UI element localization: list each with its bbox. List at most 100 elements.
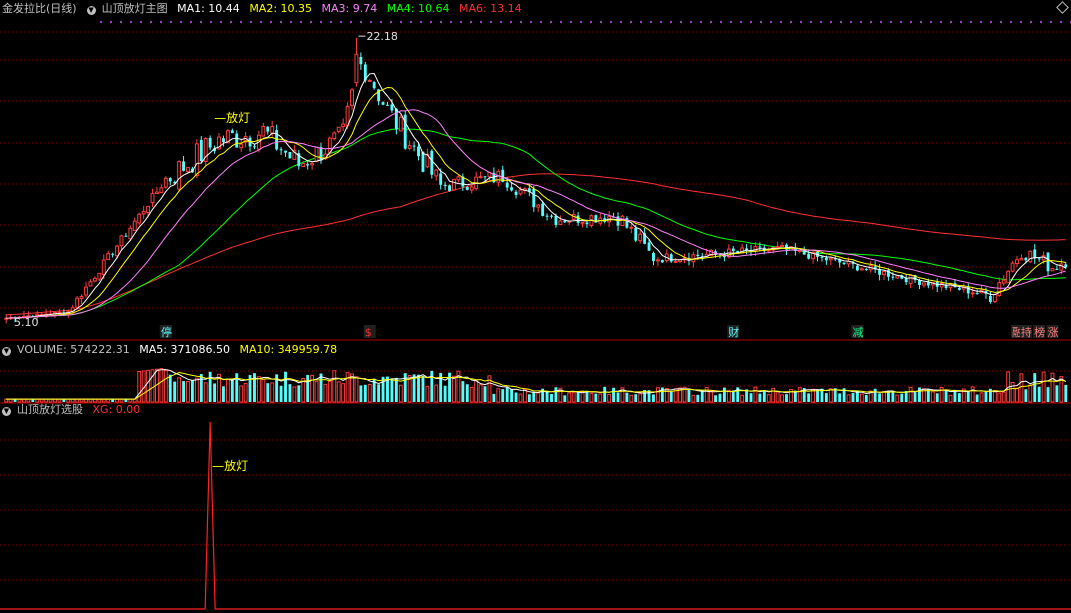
candle-body-up [797,249,802,252]
volume-bar-up [607,393,612,403]
volume-bar-down [612,387,616,402]
volume-bar-down [816,389,819,402]
candle-body-up [1001,279,1006,284]
volume-bar-up [709,390,714,403]
volume-bar-down [669,391,673,402]
volume-bar-down [483,386,487,402]
candle-body-down [926,282,930,286]
volume-bar-up [367,383,372,403]
candle-body-up [177,161,182,190]
volume-bar-up [775,390,780,403]
candle-body-down [1033,249,1037,259]
volume-bar-up [314,381,319,403]
candle-body-down [820,256,824,258]
volume-bar-up [341,383,346,403]
volume-bar-up [239,385,244,403]
chart-canvas[interactable]: 22.185.10—放灯 停 $ 财减融持榜涨 —放灯 [0,0,1071,613]
candle-body-up [354,53,359,84]
candle-body-down [975,293,979,295]
volume-bar-down [603,386,607,402]
volume-bar-down [492,393,496,402]
candle-body-up [775,245,780,248]
candle-body-up [580,221,585,224]
candle-body-down [669,254,673,262]
volume-bar-up [1015,387,1019,403]
volume-bar-up [882,390,886,403]
candle-body-down [124,235,128,237]
candle-body-up [270,126,275,134]
ma6-line [6,173,1066,316]
volume-bar-down [838,393,842,402]
volume-bar-down [625,392,629,402]
candle-body-down [417,146,420,157]
volume-bar-down [182,381,185,402]
candle-body-up [128,227,133,240]
candle-body-down [541,203,545,216]
ma4-series [6,127,1066,319]
volume-bar-down [984,391,988,402]
candle-body-up [261,125,266,137]
candle-body-down [230,130,234,134]
volume-bar-up [261,378,266,403]
volume-bar-down [900,393,904,402]
candle-body-up [673,260,678,263]
candle-body-up [332,132,337,139]
volume-bar-up [398,384,403,403]
candle-body-up [536,204,541,208]
candle-body-up [1019,257,1024,261]
ma3-series [6,109,1066,319]
volume-bar-down [1033,373,1037,402]
candle-body-up [895,275,900,279]
volume-bar-up [859,393,864,403]
volume-bar-up [1028,384,1033,403]
volume-bar-down [824,393,828,402]
candle-body-down [988,296,992,302]
candle-body-up [921,282,926,286]
candle-body-up [780,245,784,248]
candle-body-down [807,253,811,259]
candle-body-up [496,171,501,183]
candle-body-up [452,178,456,191]
candle-body-down [824,257,828,261]
candle-body-down [443,184,447,187]
candle-body-down [514,191,518,195]
volume-bar-down [253,373,256,402]
volume-bar-up [434,384,439,403]
volume-bar-down [913,392,917,402]
volume-bar-up [567,392,572,403]
grid-lines [0,21,1071,581]
candle-body-down [576,215,580,223]
volume-bar-up [452,375,456,403]
volume-bar-down [807,393,811,402]
volume-bar-up [780,394,784,403]
candle-body-down [284,150,287,153]
volume-bar-down [749,393,753,402]
candle-body-up [150,193,155,204]
volume-bar-down [430,370,434,402]
volume-bar-down [873,388,877,402]
volume-bar-down [696,394,700,402]
price-labels: 22.18 5.10 —放灯 [14,30,398,329]
candle-body-down [696,254,700,257]
candle-body-down [563,220,567,223]
candle-body-up [310,162,315,166]
volume-bar-down [168,374,172,402]
candle-body-down [731,248,735,252]
candle-body-down [235,133,239,148]
candle-body-down [319,147,323,161]
event-marker: 财 [728,325,739,339]
event-marker: 榜 [1034,325,1045,339]
volume-bar-down [363,384,367,402]
event-markers[interactable]: 停 $ 财减融持榜涨 [159,325,1059,339]
volume-bar-up [948,394,953,403]
volume-bar-down [279,385,283,402]
candle-body-up [469,186,474,191]
event-marker: $ [365,326,372,339]
candle-body-down [647,242,651,251]
candle-body-down [1055,268,1059,270]
candle-body-down [253,146,256,148]
candle-body-down [465,187,469,190]
candle-body-up [137,213,142,224]
volume-bar-up [336,381,341,403]
candle-body-down [275,130,279,150]
